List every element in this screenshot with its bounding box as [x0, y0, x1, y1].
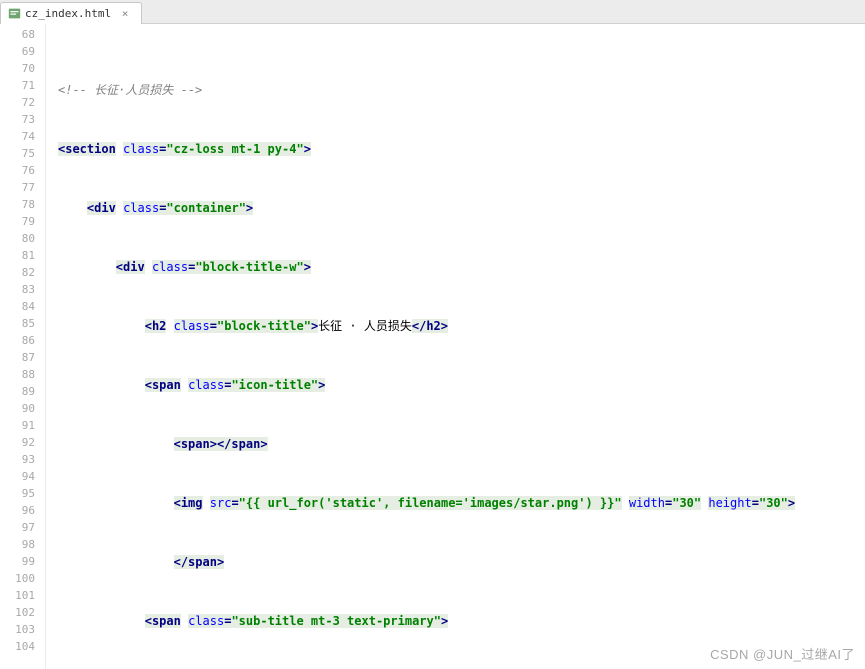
line-number: 69: [0, 43, 45, 60]
line-number: 102: [0, 604, 45, 621]
line-number: 98: [0, 536, 45, 553]
code-line[interactable]: <img src="{{ url_for('static', filename=…: [58, 495, 865, 512]
line-number: 90: [0, 400, 45, 417]
line-number: 68: [0, 26, 45, 43]
line-number: 95: [0, 485, 45, 502]
line-number: 103: [0, 621, 45, 638]
line-number: 99: [0, 553, 45, 570]
line-number: 89: [0, 383, 45, 400]
line-number: 79: [0, 213, 45, 230]
line-number: 91: [0, 417, 45, 434]
line-number-gutter: 6869707172737475767778798081828384858687…: [0, 24, 46, 669]
line-number: 87: [0, 349, 45, 366]
line-number: 73: [0, 111, 45, 128]
line-number: 71: [0, 77, 45, 94]
code-area[interactable]: 6869707172737475767778798081828384858687…: [0, 24, 865, 669]
code-line[interactable]: </span>: [58, 554, 865, 571]
line-number: 82: [0, 264, 45, 281]
code-line[interactable]: <div class="container">: [58, 200, 865, 217]
file-tab-active[interactable]: cz_index.html ×: [0, 2, 142, 24]
line-number: 100: [0, 570, 45, 587]
line-number: 93: [0, 451, 45, 468]
line-number: 80: [0, 230, 45, 247]
line-number: 74: [0, 128, 45, 145]
line-number: 77: [0, 179, 45, 196]
code-content[interactable]: <!-- 长征·人员损失 --> <section class="cz-loss…: [56, 24, 865, 669]
tab-bar: cz_index.html ×: [0, 0, 865, 24]
line-number: 70: [0, 60, 45, 77]
code-line[interactable]: <!-- 长征·人员损失 -->: [58, 82, 865, 99]
line-number: 104: [0, 638, 45, 655]
file-tab-label: cz_index.html: [25, 7, 111, 20]
html-file-icon: [7, 7, 21, 21]
line-number: 75: [0, 145, 45, 162]
line-number: 97: [0, 519, 45, 536]
fold-column: [46, 24, 56, 669]
line-number: 94: [0, 468, 45, 485]
code-line[interactable]: <span class="sub-title mt-3 text-primary…: [58, 613, 865, 630]
line-number: 84: [0, 298, 45, 315]
line-number: 72: [0, 94, 45, 111]
line-number: 78: [0, 196, 45, 213]
code-line[interactable]: <h2 class="block-title">长征 · 人员损失</h2>: [58, 318, 865, 335]
editor-root: cz_index.html × 686970717273747576777879…: [0, 0, 865, 669]
line-number: 88: [0, 366, 45, 383]
line-number: 86: [0, 332, 45, 349]
code-line[interactable]: <span></span>: [58, 436, 865, 453]
line-number: 76: [0, 162, 45, 179]
line-number: 81: [0, 247, 45, 264]
code-line[interactable]: <div class="block-title-w">: [58, 259, 865, 276]
line-number: 85: [0, 315, 45, 332]
close-icon[interactable]: ×: [119, 8, 131, 20]
line-number: 101: [0, 587, 45, 604]
code-line[interactable]: <span class="icon-title">: [58, 377, 865, 394]
code-line[interactable]: <section class="cz-loss mt-1 py-4">: [58, 141, 865, 158]
line-number: 96: [0, 502, 45, 519]
line-number: 83: [0, 281, 45, 298]
watermark-text: CSDN @JUN_过继AI了: [710, 644, 855, 663]
line-number: 92: [0, 434, 45, 451]
